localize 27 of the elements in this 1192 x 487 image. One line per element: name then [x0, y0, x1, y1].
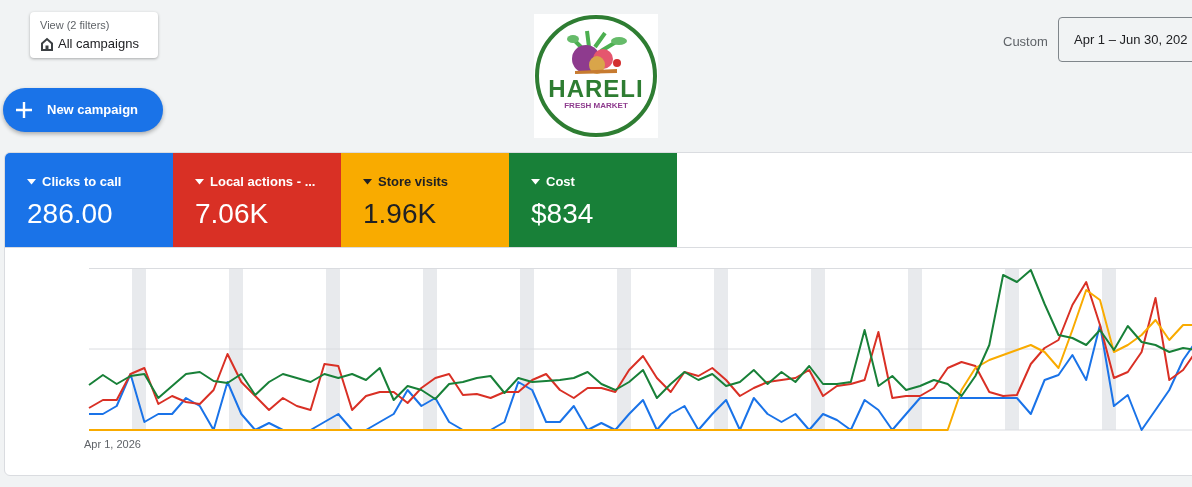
metric-value: 286.00: [27, 196, 114, 231]
metric-label: Cost: [546, 173, 575, 191]
metric-tile[interactable]: Cost $834: [509, 153, 677, 247]
caret-icon: [531, 178, 540, 185]
caret-icon: [363, 178, 372, 185]
metric-value: 1.96K: [363, 196, 438, 231]
view-caption: View (2 filters): [40, 18, 111, 32]
metric-label: Store visits: [378, 173, 449, 191]
metric-value: $834: [531, 196, 595, 231]
caret-icon: [195, 178, 204, 185]
date-range-label: Custom: [1003, 33, 1048, 51]
metric-label: Clicks to call: [42, 173, 122, 191]
date-range-field[interactable]: Apr 1 – Jun 30, 202: [1058, 17, 1192, 62]
metric-tile[interactable]: Store visits 1.96K: [341, 153, 509, 247]
view-label: All campaigns: [58, 35, 139, 53]
logo-name: HARELI: [548, 77, 644, 101]
new-campaign-button[interactable]: New campaign: [3, 88, 163, 132]
home-icon: [40, 36, 54, 51]
metric-value: 7.06K: [195, 196, 270, 231]
metric-tile[interactable]: Local actions - ... 7.06K: [173, 153, 341, 247]
axis-label: Apr 1, 2026: [84, 437, 141, 452]
view-filter-card[interactable]: View (2 filters) All campaigns: [30, 12, 158, 58]
metric-tile[interactable]: Clicks to call 286.00: [5, 153, 173, 247]
caret-icon: [27, 178, 36, 185]
metric-label: Local actions - ...: [210, 173, 316, 191]
plus-icon: [15, 101, 33, 119]
logo-tagline: FRESH MARKET: [564, 101, 628, 111]
